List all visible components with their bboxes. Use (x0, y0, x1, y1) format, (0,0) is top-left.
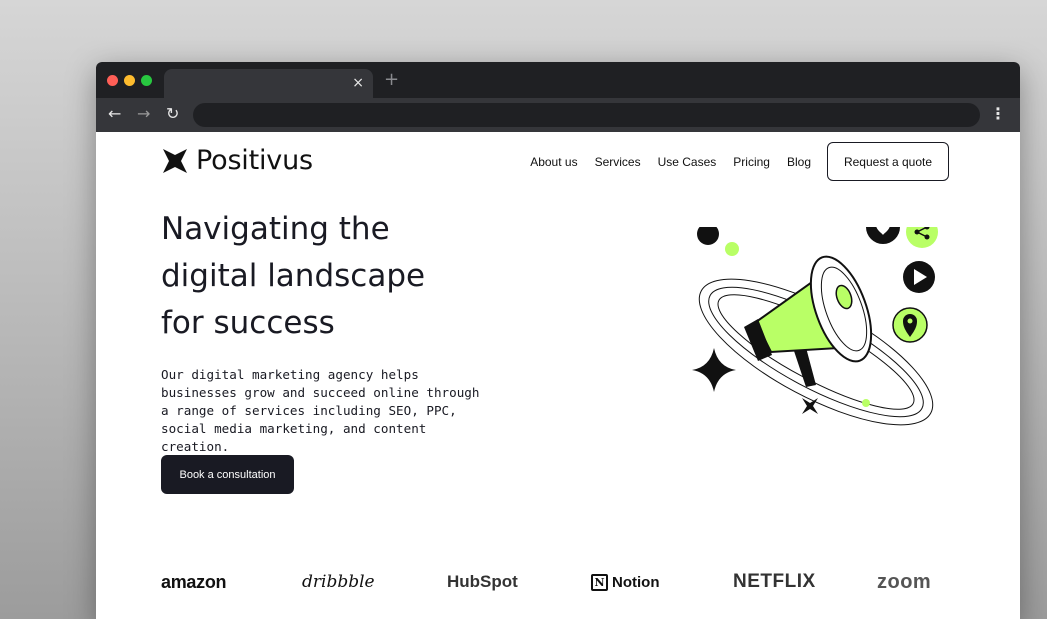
hubspot-wordmark: HubSpot (447, 572, 518, 591)
nav-use-cases[interactable]: Use Cases (658, 155, 717, 169)
hubspot-logo: HubSpot (447, 568, 518, 596)
tab-bar: × + (96, 62, 1020, 98)
browser-tab[interactable]: × (164, 69, 373, 98)
netflix-wordmark: NETFLIX (733, 571, 816, 592)
notion-icon: N (591, 573, 608, 591)
site-logo[interactable]: Positivus (161, 145, 313, 176)
hero-description: Our digital marketing agency helps busin… (161, 367, 480, 454)
hero-title-line-3: for success (161, 305, 335, 341)
zoom-wordmark: zoom (877, 570, 932, 593)
green-dot-icon (725, 242, 739, 256)
positivus-logo-icon (163, 148, 187, 173)
browser-toolbar: ← → ↻ ⋮ (96, 98, 1020, 132)
nav-services[interactable]: Services (595, 155, 641, 169)
reload-icon[interactable]: ↻ (166, 105, 179, 123)
browser-window: × + ← → ↻ ⋮ Positivus About us Services … (96, 62, 1020, 619)
address-bar[interactable] (193, 103, 980, 127)
sparkle-star-icon (692, 348, 736, 392)
amazon-logo: amazon (161, 568, 227, 596)
megaphone-icon (744, 255, 873, 387)
small-green-dot-icon (862, 399, 870, 407)
dribbble-logo: dribbble (302, 568, 375, 596)
megaphone-illustration (692, 227, 938, 426)
close-window-button[interactable] (107, 75, 118, 86)
minimize-window-button[interactable] (124, 75, 135, 86)
maximize-window-button[interactable] (141, 75, 152, 86)
dribbble-wordmark: dribbble (302, 572, 375, 592)
small-star-icon (802, 398, 818, 414)
new-tab-icon[interactable]: + (384, 70, 399, 90)
black-dot-icon (697, 227, 719, 245)
brand-name: Positivus (196, 145, 313, 176)
netflix-logo: NETFLIX (733, 568, 816, 596)
browser-menu-icon[interactable]: ⋮ (990, 105, 1006, 123)
nav-about-us[interactable]: About us (530, 155, 577, 169)
main-nav: About us Services Use Cases Pricing Blog (530, 155, 811, 169)
request-quote-button[interactable]: Request a quote (827, 142, 949, 181)
zoom-logo: zoom (877, 568, 931, 596)
nav-blog[interactable]: Blog (787, 155, 811, 169)
hero-title: Navigating the digital landscape for suc… (161, 206, 501, 347)
book-consultation-button[interactable]: Book a consultation (161, 455, 294, 494)
close-tab-icon[interactable]: × (352, 74, 364, 92)
hero-title-line-2: digital landscape (161, 258, 426, 294)
forward-arrow-icon[interactable]: → (137, 105, 150, 123)
hero-title-line-1: Navigating the (161, 211, 390, 247)
client-logos: amazon dribbble HubSpot N Notion NETFLIX… (161, 568, 951, 598)
notion-wordmark: Notion (612, 573, 660, 591)
notion-logo: N Notion (591, 568, 659, 596)
nav-pricing[interactable]: Pricing (733, 155, 770, 169)
amazon-wordmark: amazon (161, 571, 227, 592)
back-arrow-icon[interactable]: ← (108, 105, 121, 123)
webpage: Positivus About us Services Use Cases Pr… (96, 132, 1020, 619)
